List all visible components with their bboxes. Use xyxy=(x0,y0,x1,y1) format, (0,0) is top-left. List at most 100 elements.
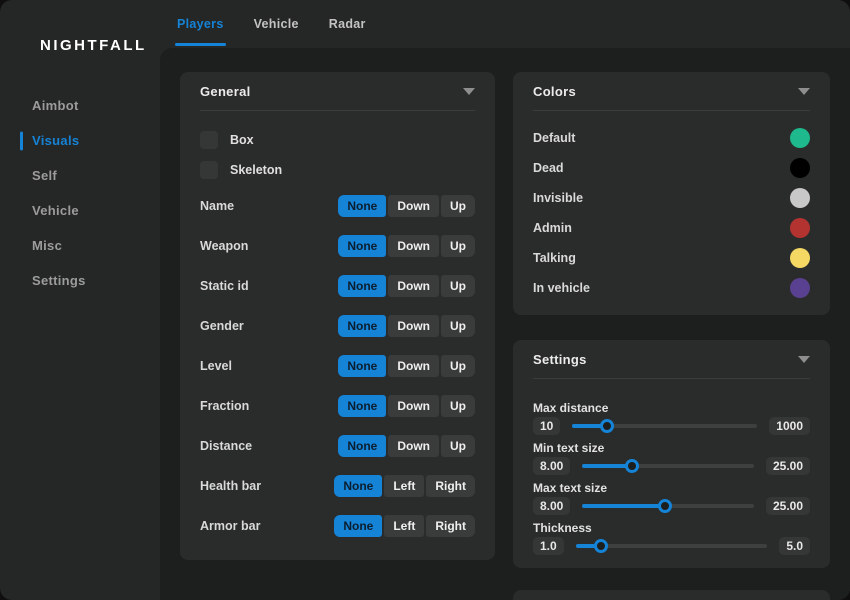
box-checkbox[interactable] xyxy=(200,131,218,149)
esp-row-distance: Distance None Down Up xyxy=(200,426,475,466)
sidebar-item-settings[interactable]: Settings xyxy=(0,263,160,298)
esp-row-label: Distance xyxy=(200,439,252,453)
slider-thumb[interactable] xyxy=(658,499,672,513)
sidebar-item-label: Self xyxy=(32,168,57,183)
color-label: Default xyxy=(533,131,575,145)
slider-track[interactable] xyxy=(572,424,757,428)
slider-thumb[interactable] xyxy=(600,419,614,433)
general-panel-header[interactable]: General xyxy=(200,72,475,111)
skeleton-checkbox[interactable] xyxy=(200,161,218,179)
tab-label: Vehicle xyxy=(254,17,299,31)
segment-option[interactable]: None xyxy=(338,195,386,217)
slider-group-min-text-size: Min text size 8.00 25.00 xyxy=(533,440,810,476)
tab-radar[interactable]: Radar xyxy=(329,0,366,48)
color-swatch[interactable] xyxy=(790,188,810,208)
slider-thumb[interactable] xyxy=(594,539,608,553)
checkbox-label: Skeleton xyxy=(230,163,282,177)
segment-option[interactable]: Down xyxy=(388,275,439,297)
active-indicator-bar xyxy=(20,131,23,150)
slider-track[interactable] xyxy=(582,464,754,468)
segmented-control: None Down Up xyxy=(338,435,475,457)
slider-thumb[interactable] xyxy=(625,459,639,473)
segmented-control: None Down Up xyxy=(338,315,475,337)
segment-option[interactable]: Up xyxy=(441,275,475,297)
esp-row-weapon: Weapon None Down Up xyxy=(200,226,475,266)
segment-option[interactable]: Down xyxy=(388,195,439,217)
segment-option[interactable]: Down xyxy=(388,235,439,257)
segment-option[interactable]: None xyxy=(338,275,386,297)
segmented-control: None Down Up xyxy=(338,195,475,217)
color-row-in-vehicle: In vehicle xyxy=(533,273,810,303)
segment-option[interactable]: Down xyxy=(388,435,439,457)
color-swatch[interactable] xyxy=(790,158,810,178)
sidebar-item-visuals[interactable]: Visuals xyxy=(0,123,160,158)
slider-group-thickness: Thickness 1.0 5.0 xyxy=(533,520,810,556)
color-label: Dead xyxy=(533,161,564,175)
segment-option[interactable]: None xyxy=(338,315,386,337)
sidebar-item-label: Aimbot xyxy=(32,98,79,113)
tab-label: Radar xyxy=(329,17,366,31)
color-swatch[interactable] xyxy=(790,218,810,238)
esp-row-label: Level xyxy=(200,359,232,373)
sidebar-item-label: Settings xyxy=(32,273,86,288)
sidebar-item-label: Vehicle xyxy=(32,203,79,218)
main-content: General Box Skeleton Name None xyxy=(160,48,850,600)
sidebar-item-label: Misc xyxy=(32,238,62,253)
slider-track[interactable] xyxy=(582,504,754,508)
tab-vehicle[interactable]: Vehicle xyxy=(254,0,299,48)
segment-option[interactable]: None xyxy=(334,475,382,497)
esp-row-gender: Gender None Down Up xyxy=(200,306,475,346)
slider-track[interactable] xyxy=(576,544,768,548)
slider-min-value: 1.0 xyxy=(533,537,564,555)
sidebar-item-self[interactable]: Self xyxy=(0,158,160,193)
checkbox-label: Box xyxy=(230,133,254,147)
color-swatch[interactable] xyxy=(790,128,810,148)
segment-option[interactable]: Up xyxy=(441,435,475,457)
chevron-down-icon[interactable] xyxy=(463,88,475,95)
colors-panel-header[interactable]: Colors xyxy=(533,72,810,111)
segment-option[interactable]: Right xyxy=(426,475,475,497)
sidebar-item-misc[interactable]: Misc xyxy=(0,228,160,263)
segment-option[interactable]: None xyxy=(338,235,386,257)
sidebar-item-aimbot[interactable]: Aimbot xyxy=(0,88,160,123)
esp-row-label: Health bar xyxy=(200,479,261,493)
segment-option[interactable]: None xyxy=(338,355,386,377)
general-panel: General Box Skeleton Name None xyxy=(180,72,495,560)
segment-option[interactable]: Down xyxy=(388,355,439,377)
segment-option[interactable]: None xyxy=(338,435,386,457)
segment-option[interactable]: Up xyxy=(441,235,475,257)
segment-option[interactable]: Left xyxy=(384,515,424,537)
panel-title: Colors xyxy=(533,84,576,99)
segment-option[interactable]: Down xyxy=(388,395,439,417)
slider-label: Thickness xyxy=(533,520,810,536)
slider-max-value: 5.0 xyxy=(779,537,810,555)
segment-option[interactable]: None xyxy=(338,395,386,417)
slider-max-value: 1000 xyxy=(769,417,810,435)
slider-group-max-text-size: Max text size 8.00 25.00 xyxy=(533,480,810,516)
segmented-control: None Left Right xyxy=(334,475,475,497)
tab-players[interactable]: Players xyxy=(177,0,224,48)
chevron-down-icon[interactable] xyxy=(798,356,810,363)
app-window: NIGHTFALL Aimbot Visuals Self Vehicle Mi… xyxy=(0,0,850,600)
color-swatch[interactable] xyxy=(790,248,810,268)
checkbox-row-box: Box xyxy=(200,125,475,155)
chevron-down-icon[interactable] xyxy=(798,88,810,95)
sidebar-item-vehicle[interactable]: Vehicle xyxy=(0,193,160,228)
segment-option[interactable]: Left xyxy=(384,475,424,497)
panel-title: General xyxy=(200,84,251,99)
segment-option[interactable]: Up xyxy=(441,395,475,417)
slider-row: 8.00 25.00 xyxy=(533,456,810,476)
segment-option[interactable]: Down xyxy=(388,315,439,337)
segment-option[interactable]: Right xyxy=(426,515,475,537)
segment-option[interactable]: Up xyxy=(441,355,475,377)
esp-row-armor-bar: Armor bar None Left Right xyxy=(200,506,475,546)
color-swatch[interactable] xyxy=(790,278,810,298)
settings-panel-header[interactable]: Settings xyxy=(533,340,810,379)
segment-option[interactable]: Up xyxy=(441,195,475,217)
segment-option[interactable]: None xyxy=(334,515,382,537)
esp-row-label: Gender xyxy=(200,319,244,333)
segmented-control: None Down Up xyxy=(338,235,475,257)
color-row-default: Default xyxy=(533,123,810,153)
segment-option[interactable]: Up xyxy=(441,315,475,337)
color-label: In vehicle xyxy=(533,281,590,295)
